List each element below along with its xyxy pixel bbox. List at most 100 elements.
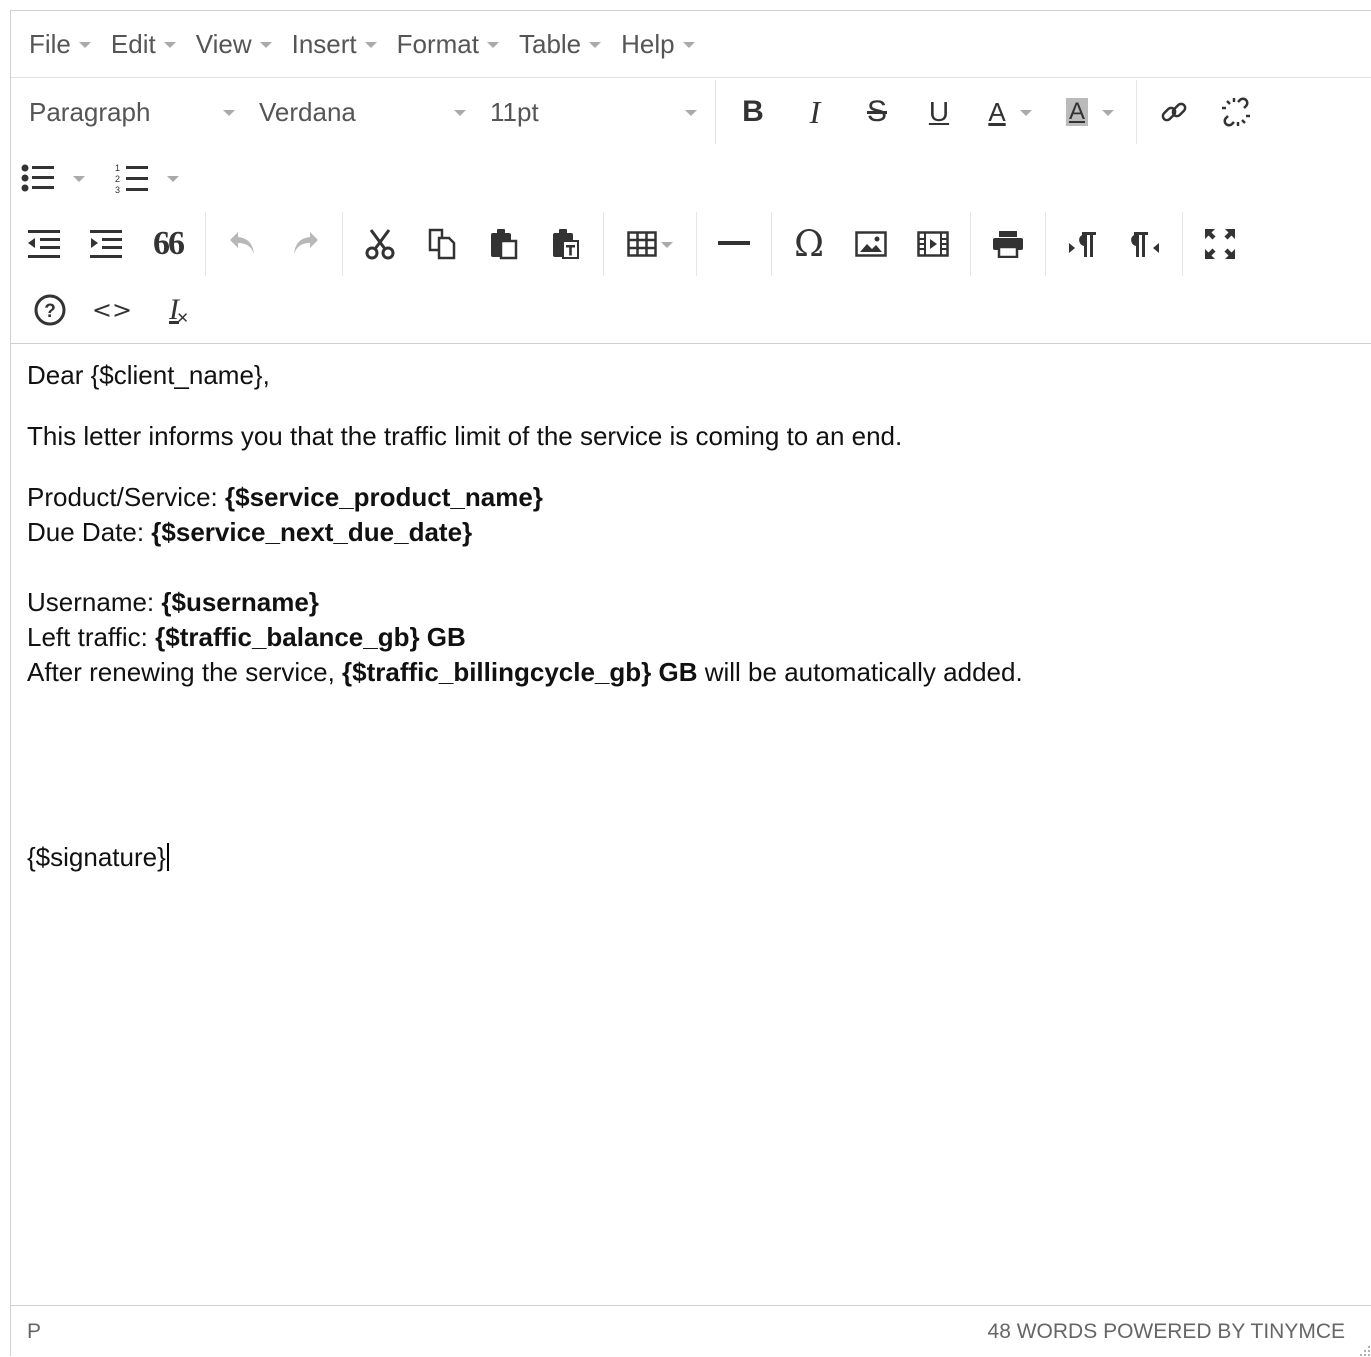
chevron-down-icon: [78, 42, 91, 48]
chevron-down-icon: [364, 42, 377, 48]
clear-formatting-button[interactable]: I ✕: [143, 282, 205, 338]
rtl-button[interactable]: [1114, 216, 1176, 272]
menu-format[interactable]: Format: [387, 20, 509, 68]
background-color-button[interactable]: A: [1050, 84, 1130, 140]
chevron-down-icon: [486, 42, 499, 48]
resize-handle-icon[interactable]: [1357, 1343, 1371, 1357]
misc-group: ? <> I ✕: [11, 278, 211, 342]
italic-button[interactable]: I: [784, 84, 846, 140]
redo-icon: [294, 232, 318, 254]
product-value: {$service_product_name}: [224, 482, 543, 512]
toolbar-row-2: 123: [11, 145, 1371, 211]
text-cursor: [166, 843, 169, 871]
menubar: File Edit View Insert Format Table Help: [11, 11, 1371, 78]
help-button[interactable]: ?: [19, 282, 81, 338]
bold-button[interactable]: B: [722, 84, 784, 140]
clipboard-group: [343, 212, 604, 276]
editor-content-area[interactable]: Dear {$client_name}, This letter informs…: [11, 343, 1371, 1305]
right-to-left-icon: [1131, 232, 1159, 257]
bullet-list-button[interactable]: [21, 150, 99, 206]
undo-button[interactable]: [212, 216, 274, 272]
chevron-down-icon: [682, 42, 695, 48]
chevron-down-icon: [685, 110, 697, 116]
print-group: [971, 212, 1046, 276]
help-icon: ?: [34, 294, 66, 326]
bullet-list-icon: [21, 164, 54, 192]
left-traffic-label: Left traffic:: [27, 622, 156, 652]
italic-icon: I: [809, 93, 821, 130]
chevron-down-icon: [223, 110, 235, 116]
menu-insert[interactable]: Insert: [282, 20, 387, 68]
table-group: [604, 212, 697, 276]
horizontal-rule-icon: [718, 241, 750, 245]
fullscreen-group: [1183, 212, 1257, 276]
strikethrough-icon: S: [866, 95, 887, 128]
menu-file-label: File: [29, 28, 71, 59]
due-date-label: Due Date:: [27, 517, 152, 547]
strikethrough-button[interactable]: S: [846, 84, 908, 140]
special-character-button[interactable]: Ω: [778, 216, 840, 272]
product-label: Product/Service:: [27, 482, 225, 512]
toolbar-row-4: ? <> I ✕: [11, 277, 1371, 343]
insert-image-button[interactable]: [840, 216, 902, 272]
menu-edit[interactable]: Edit: [101, 20, 186, 68]
text-style-group: B I S U A A: [716, 80, 1137, 144]
insert-media-button[interactable]: [902, 216, 964, 272]
copy-button[interactable]: [411, 216, 473, 272]
close-icon: ✕: [176, 310, 189, 327]
print-button[interactable]: [977, 216, 1039, 272]
paste-icon: [491, 229, 518, 260]
indent-button[interactable]: [75, 216, 137, 272]
unlink-icon: [1222, 97, 1250, 127]
block-format-select[interactable]: Paragraph: [17, 88, 247, 136]
outdent-button[interactable]: [13, 216, 75, 272]
toolbar-row-3: 66 Ω: [11, 211, 1371, 277]
list-group: 123: [11, 146, 199, 210]
paste-button[interactable]: [473, 216, 535, 272]
paste-text-icon: [553, 229, 579, 259]
due-date-value: {$service_next_due_date}: [151, 517, 473, 547]
element-path[interactable]: P: [27, 1320, 41, 1344]
indent-icon: [90, 230, 122, 258]
unlink-button[interactable]: [1205, 84, 1267, 140]
font-size-select[interactable]: 11pt: [478, 88, 709, 136]
horizontal-rule-button[interactable]: [703, 216, 765, 272]
font-family-select[interactable]: Verdana: [247, 88, 478, 136]
chevron-down-icon: [163, 42, 176, 48]
ltr-button[interactable]: [1052, 216, 1114, 272]
text-color-button[interactable]: A: [970, 84, 1050, 140]
media-icon: [917, 231, 949, 257]
menu-edit-label: Edit: [110, 28, 156, 59]
format-select-group: Paragraph Verdana 11pt: [11, 80, 716, 144]
copy-icon: [428, 228, 456, 260]
chevron-down-icon: [1019, 110, 1032, 116]
insert-link-button[interactable]: [1143, 84, 1205, 140]
greeting-paragraph: Dear {$client_name},: [27, 360, 270, 390]
blockquote-button[interactable]: 66: [137, 216, 199, 272]
redo-button[interactable]: [274, 216, 336, 272]
outdent-icon: [28, 230, 60, 258]
menu-file[interactable]: File: [19, 20, 101, 68]
cut-button[interactable]: [349, 216, 411, 272]
font-size-value: 11pt: [490, 96, 539, 127]
menu-view[interactable]: View: [186, 20, 282, 68]
underline-button[interactable]: U: [908, 84, 970, 140]
menu-table[interactable]: Table: [509, 20, 611, 68]
numbered-list-button[interactable]: 123: [115, 150, 193, 206]
bold-icon: B: [742, 95, 764, 128]
history-group: [206, 212, 343, 276]
renew-value: {$traffic_billingcycle_gb} GB: [342, 657, 698, 687]
fullscreen-button[interactable]: [1189, 216, 1251, 272]
paste-text-button[interactable]: [535, 216, 597, 272]
link-group: [1137, 80, 1273, 144]
svg-text:1: 1: [115, 163, 120, 173]
omega-icon: Ω: [794, 223, 824, 265]
menu-help[interactable]: Help: [611, 20, 704, 68]
signature-paragraph: {$signature}: [27, 840, 1355, 875]
username-value: {$username}: [161, 587, 319, 617]
left-to-right-icon: [1069, 232, 1096, 257]
source-code-button[interactable]: <>: [81, 282, 143, 338]
toolbar-row-1: Paragraph Verdana 11pt B I S U A A: [11, 79, 1371, 145]
table-button[interactable]: [610, 216, 690, 272]
